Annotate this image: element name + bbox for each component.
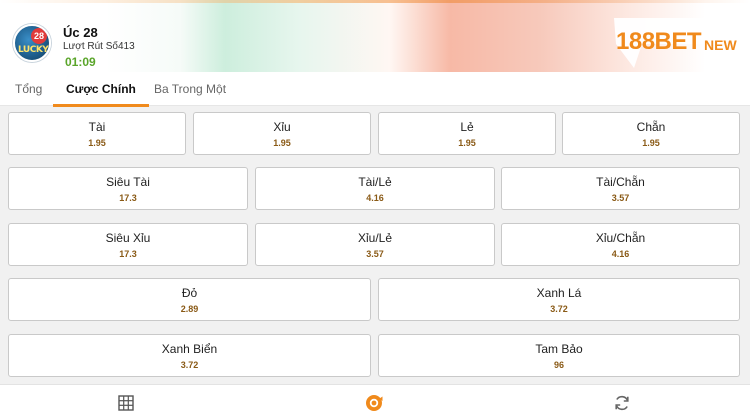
brand-bet: BET <box>654 28 702 55</box>
tab-cuoc-chinh[interactable]: Cược Chính <box>53 72 149 107</box>
bet-option-xanh-bien[interactable]: Xanh Biển 3.72 <box>8 334 371 377</box>
188bet-logo: 188 BET NEW <box>612 14 746 70</box>
logo-number: 28 <box>31 28 47 44</box>
tab-ba-trong-mot[interactable]: Ba Trong Một <box>154 72 226 106</box>
logo-text: LUCKY <box>18 45 49 55</box>
bet-option-name: Xỉu/Chẵn <box>595 231 646 245</box>
countdown-timer: 01:09 <box>65 55 96 69</box>
bet-option-tai[interactable]: Tài 1.95 <box>8 112 186 155</box>
tab-tong[interactable]: Tổng <box>15 72 42 106</box>
bet-option-name: Lẻ <box>460 120 474 134</box>
bet-option-odds: 3.57 <box>611 193 630 203</box>
bottom-toolbar <box>0 384 750 420</box>
ball-icon[interactable] <box>364 393 384 413</box>
bet-option-name: Tài/Chẵn <box>596 175 645 189</box>
bet-option-sieu-xiu[interactable]: Siêu Xỉu 17.3 <box>8 223 248 266</box>
bet-option-odds: 4.16 <box>366 193 384 203</box>
bet-option-name: Xỉu <box>273 120 291 134</box>
bet-option-xiu-le[interactable]: Xỉu/Lẻ 3.57 <box>255 223 495 266</box>
lucky28-logo: 28 LUCKY <box>13 24 51 62</box>
bet-option-odds: 2.89 <box>180 304 199 314</box>
bet-option-xiu[interactable]: Xỉu 1.95 <box>193 112 371 155</box>
bet-option-name: Xanh Biển <box>161 342 218 356</box>
bet-option-odds: 3.72 <box>180 360 199 370</box>
bet-option-name: Siêu Tài <box>106 175 150 189</box>
grid-icon[interactable] <box>116 393 136 413</box>
bet-options-grid: Tài 1.95 Xỉu 1.95 Lẻ 1.95 Chẵn 1.95 Siêu… <box>0 107 750 382</box>
brand-188: 188 <box>616 28 655 55</box>
bet-option-sieu-tai[interactable]: Siêu Tài 17.3 <box>8 167 248 210</box>
bet-option-odds: 3.57 <box>366 249 384 259</box>
bet-option-odds: 1.95 <box>273 138 291 148</box>
header-top-line <box>0 0 750 3</box>
bet-option-name: Tam Bảo <box>535 342 583 356</box>
bet-type-tabs: Tổng Cược Chính Ba Trong Một <box>0 72 750 107</box>
bet-option-odds: 17.3 <box>119 249 137 259</box>
bet-option-xanh-la[interactable]: Xanh Lá 3.72 <box>378 278 740 321</box>
bet-option-odds: 1.95 <box>88 138 106 148</box>
round-label: Lượt Rút Số413 <box>63 41 135 52</box>
bet-option-le[interactable]: Lẻ 1.95 <box>378 112 556 155</box>
bet-option-odds: 4.16 <box>611 249 630 259</box>
bet-option-do[interactable]: Đỏ 2.89 <box>8 278 371 321</box>
game-header: 28 LUCKY Úc 28 Lượt Rút Số413 01:09 188 … <box>0 0 750 72</box>
brand-wordmark: 188 BET NEW <box>612 14 743 70</box>
bet-option-tai-chan[interactable]: Tài/Chẵn 3.57 <box>501 167 740 210</box>
bet-option-odds: 1.95 <box>458 138 476 148</box>
bet-option-name: Đỏ <box>181 286 198 300</box>
bet-option-odds: 1.95 <box>642 138 660 148</box>
bet-option-chan[interactable]: Chẵn 1.95 <box>562 112 740 155</box>
bet-option-name: Tài <box>88 120 106 134</box>
bet-option-name: Tài/Lẻ <box>358 175 392 189</box>
game-title: Úc 28 <box>63 25 98 40</box>
bet-option-name: Xỉu/Lẻ <box>357 231 393 245</box>
bet-option-tam-bao[interactable]: Tam Bảo 96 <box>378 334 740 377</box>
brand-new: NEW <box>704 37 737 53</box>
refresh-icon[interactable] <box>612 393 632 413</box>
bet-option-name: Xanh Lá <box>536 286 582 300</box>
bet-option-odds: 3.72 <box>550 304 568 314</box>
bet-option-name: Chẵn <box>636 120 666 134</box>
bet-option-xiu-chan[interactable]: Xỉu/Chẵn 4.16 <box>501 223 740 266</box>
bet-option-name: Siêu Xỉu <box>105 231 151 245</box>
bet-option-odds: 96 <box>553 360 564 370</box>
bet-option-tai-le[interactable]: Tài/Lẻ 4.16 <box>255 167 495 210</box>
bet-option-odds: 17.3 <box>119 193 137 203</box>
